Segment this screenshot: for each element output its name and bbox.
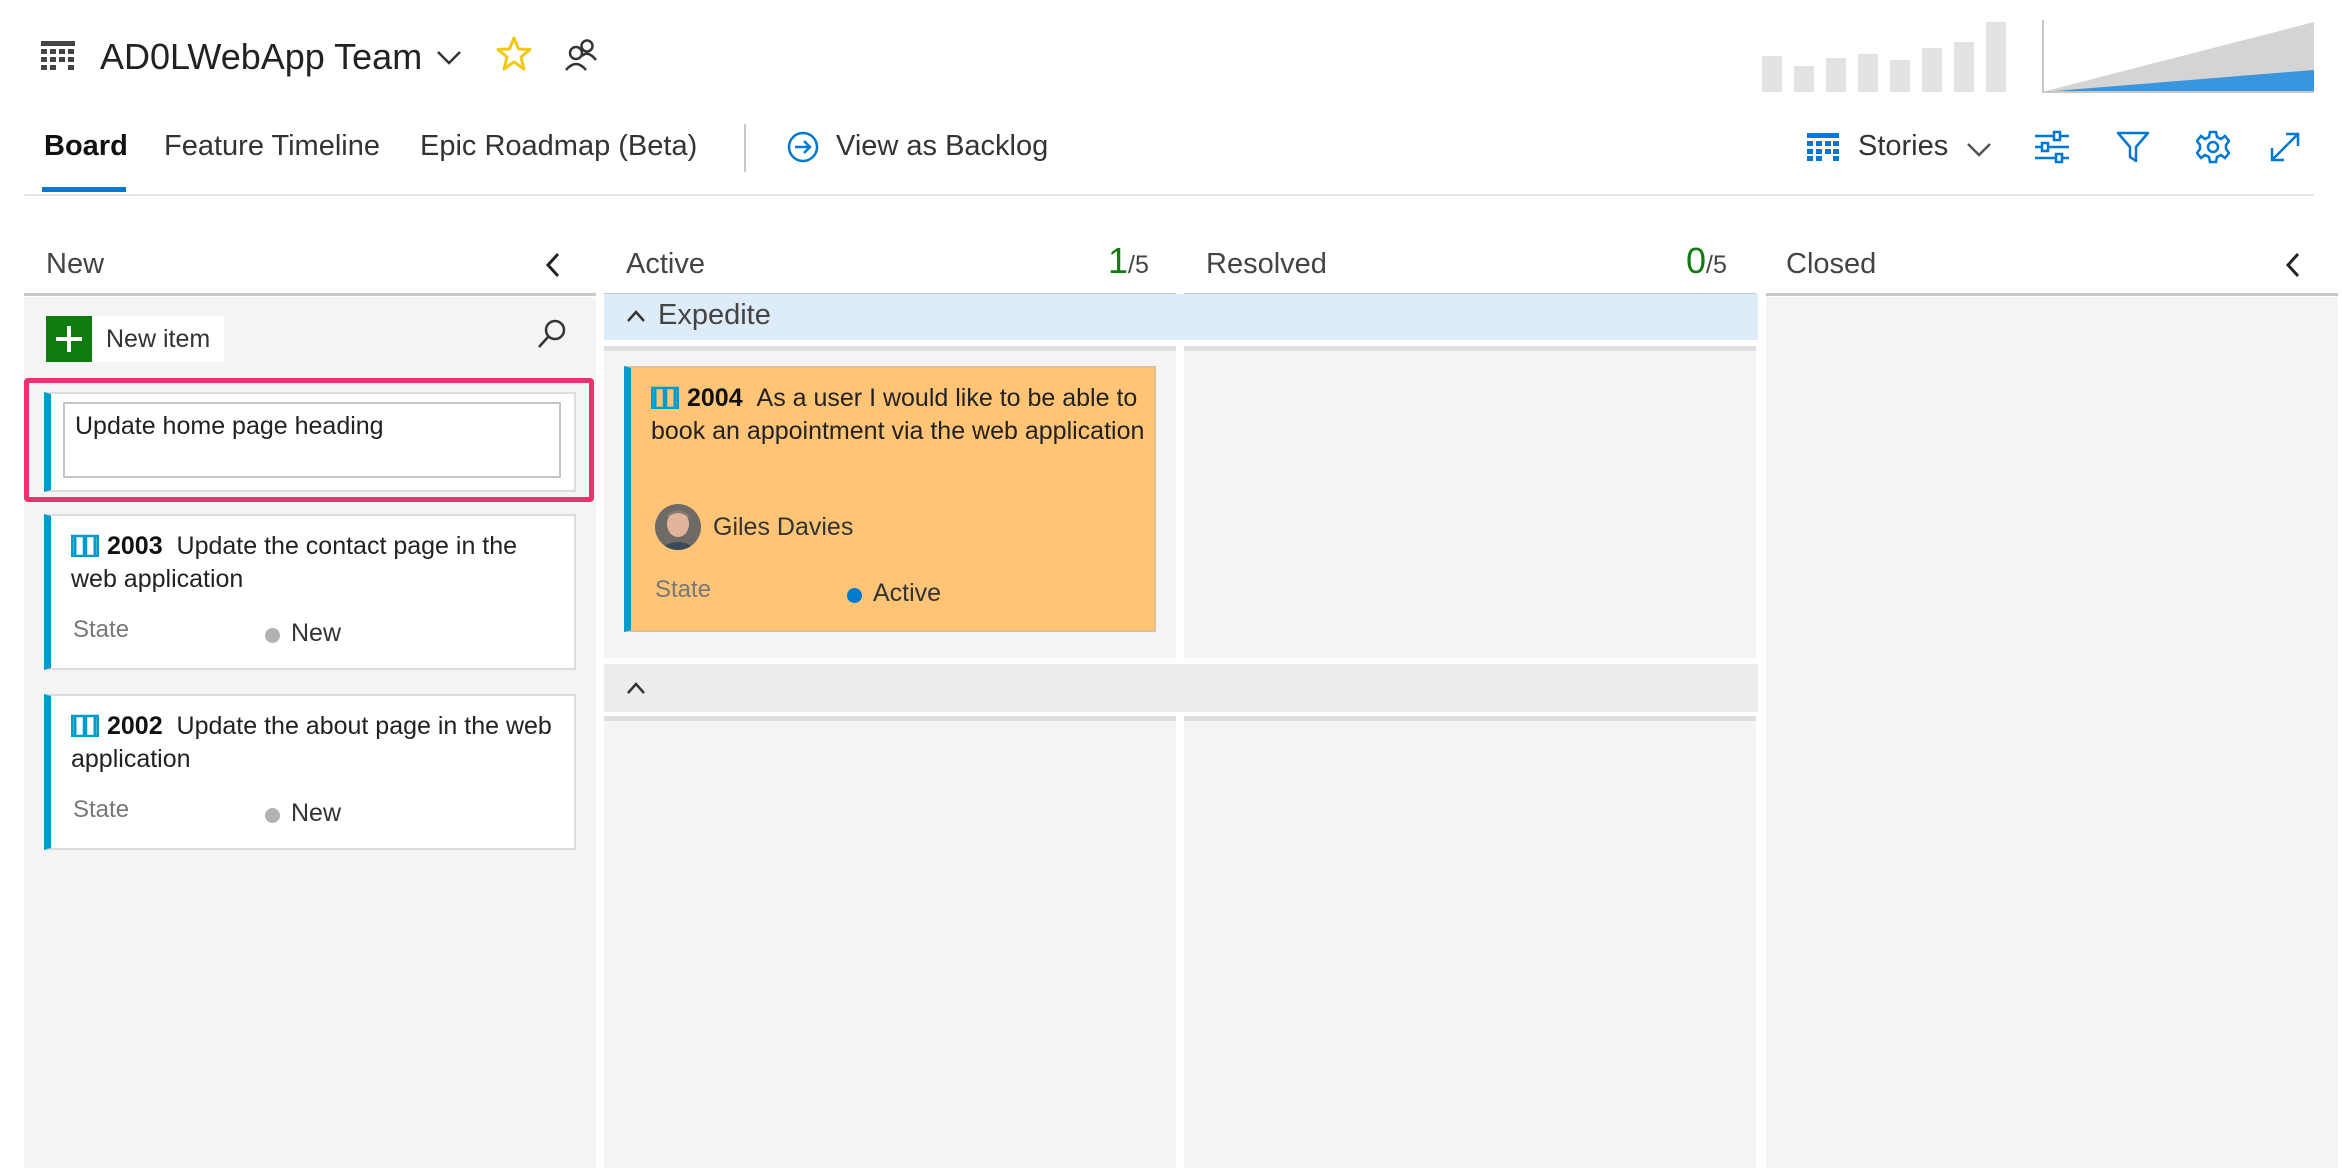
swimlane-header-default[interactable] bbox=[604, 664, 1758, 712]
gear-icon[interactable] bbox=[2196, 130, 2230, 164]
card-field-label: State bbox=[73, 796, 130, 823]
active-limit: /5 bbox=[1128, 251, 1149, 279]
column-header-line-closed bbox=[1766, 293, 2338, 296]
state-dot bbox=[265, 628, 280, 643]
board-grid-icon bbox=[1806, 132, 1840, 162]
tab-board-underline bbox=[42, 187, 126, 192]
new-item-title-input[interactable]: Update home page heading bbox=[63, 402, 561, 478]
card-field-label: State bbox=[73, 616, 130, 643]
new-item-edit-card[interactable]: Update home page heading bbox=[44, 392, 576, 492]
header-divider bbox=[24, 194, 2314, 196]
card-state-value[interactable]: New bbox=[291, 619, 341, 648]
resolved-count: 0 bbox=[1686, 240, 1707, 281]
add-icon bbox=[46, 316, 92, 362]
tab-epic-roadmap[interactable]: Epic Roadmap (Beta) bbox=[420, 130, 697, 163]
resolved-wip-count: 0/5 bbox=[1686, 240, 1727, 282]
board-grid-icon bbox=[40, 40, 76, 72]
chevron-up-icon bbox=[626, 309, 646, 323]
new-item-label: New item bbox=[106, 325, 211, 353]
favorite-star-icon[interactable] bbox=[496, 36, 532, 72]
resolved-limit: /5 bbox=[1706, 251, 1727, 279]
active-count: 1 bbox=[1108, 240, 1129, 281]
card-title[interactable]: 2004 As a user I would like to be able t… bbox=[651, 382, 1147, 448]
collapse-column-icon[interactable] bbox=[2284, 252, 2302, 278]
settings-sliders-icon[interactable] bbox=[2034, 130, 2070, 164]
resolved-expedite-cell bbox=[1184, 346, 1756, 658]
collapse-column-icon[interactable] bbox=[544, 252, 562, 278]
work-item-card[interactable]: 2003 Update the contact page in the web … bbox=[44, 514, 576, 670]
book-icon bbox=[71, 533, 99, 557]
column-header-active: Active bbox=[626, 248, 705, 280]
tab-board[interactable]: Board bbox=[44, 130, 128, 163]
card-state-value[interactable]: Active bbox=[873, 579, 941, 608]
card-title[interactable]: 2002 Update the about page in the web ap… bbox=[71, 710, 561, 776]
work-item-card[interactable]: 2002 Update the about page in the web ap… bbox=[44, 694, 576, 850]
cumulative-flow-mini-chart[interactable] bbox=[2042, 20, 2314, 94]
card-id: 2004 bbox=[687, 384, 743, 412]
team-members-icon[interactable] bbox=[564, 38, 598, 72]
backlog-level-label: Stories bbox=[1858, 130, 1949, 162]
column-header-closed: Closed bbox=[1786, 248, 1877, 280]
work-item-card[interactable]: 2004 As a user I would like to be able t… bbox=[624, 366, 1156, 632]
state-dot bbox=[847, 588, 862, 603]
card-id: 2002 bbox=[107, 712, 163, 740]
tab-feature-timeline[interactable]: Feature Timeline bbox=[164, 130, 380, 163]
arrow-circle-right-icon bbox=[786, 130, 820, 164]
book-icon bbox=[71, 713, 99, 737]
state-dot bbox=[265, 808, 280, 823]
expand-icon[interactable] bbox=[2268, 130, 2302, 164]
card-state-value[interactable]: New bbox=[291, 799, 341, 828]
velocity-mini-chart[interactable] bbox=[1760, 20, 2030, 94]
card-assignee[interactable]: Giles Davies bbox=[713, 513, 853, 542]
avatar[interactable] bbox=[655, 504, 701, 550]
card-title[interactable]: 2003 Update the contact page in the web … bbox=[71, 530, 561, 596]
card-field-label: State bbox=[655, 576, 712, 603]
closed-column-lane bbox=[1766, 297, 2338, 1168]
active-default-cell bbox=[604, 716, 1176, 1168]
resolved-default-cell bbox=[1184, 716, 1756, 1168]
new-item-button[interactable]: New item bbox=[46, 316, 224, 362]
card-id: 2003 bbox=[107, 532, 163, 560]
swimlane-header-expedite[interactable]: Expedite bbox=[604, 294, 1758, 340]
filter-icon[interactable] bbox=[2116, 130, 2150, 164]
column-header-line-new bbox=[24, 293, 596, 296]
active-wip-count: 1/5 bbox=[1108, 240, 1149, 282]
book-icon bbox=[651, 385, 679, 409]
swimlane-name: Expedite bbox=[658, 299, 771, 331]
chevron-up-icon bbox=[626, 681, 646, 695]
tabs-divider bbox=[744, 124, 746, 172]
column-header-new: New bbox=[46, 248, 105, 280]
chevron-down-icon[interactable] bbox=[436, 50, 462, 66]
team-name[interactable]: AD0LWebApp Team bbox=[100, 36, 422, 78]
column-header-resolved: Resolved bbox=[1206, 248, 1327, 280]
search-icon[interactable] bbox=[536, 318, 568, 350]
view-as-backlog-label: View as Backlog bbox=[836, 130, 1049, 162]
chevron-down-icon bbox=[1966, 142, 1992, 158]
